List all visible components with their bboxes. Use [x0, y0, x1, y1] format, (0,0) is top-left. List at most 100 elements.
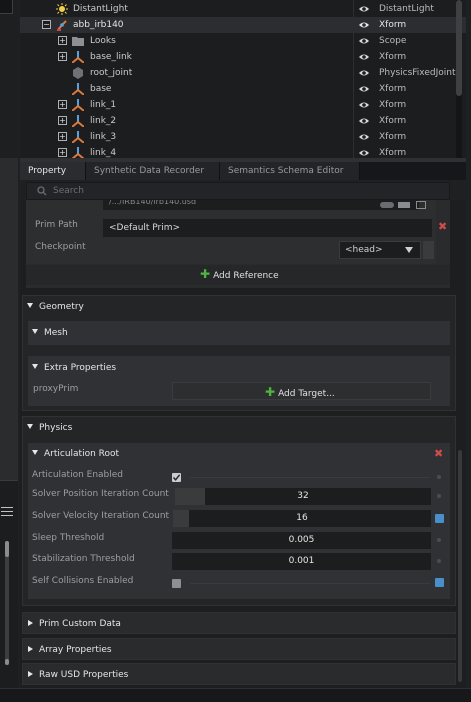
xform-icon [72, 99, 84, 111]
solver-position-slider[interactable]: 32 [175, 488, 431, 505]
expand-toggle-icon[interactable]: + [58, 132, 67, 141]
geometry-header[interactable]: Geometry [22, 296, 84, 318]
tree-item-type: Xform [379, 52, 407, 62]
tree-item-label: base [90, 84, 112, 94]
solver-velocity-slider[interactable]: 16 [173, 510, 431, 527]
tree-item-type: Xform [379, 116, 407, 126]
extra-properties-header[interactable]: Extra Properties [27, 357, 116, 379]
stabilization-threshold-field[interactable]: 0.001 [172, 553, 431, 570]
tab-property[interactable]: Property [20, 162, 86, 180]
folder-icon[interactable] [398, 202, 410, 208]
visibility-eye-icon[interactable] [358, 83, 370, 95]
stage-tree: DistantLight DistantLight − abb_irb140 X… [20, 0, 466, 158]
visibility-eye-icon[interactable] [358, 35, 370, 47]
tree-row-base[interactable]: base Xform [20, 81, 466, 97]
checkbox-icon[interactable] [416, 201, 426, 209]
raw-usd-properties-section[interactable]: Raw USD Properties [22, 663, 456, 685]
expand-toggle-icon[interactable]: + [58, 36, 67, 45]
tab-bar: Property Synthetic Data Recorder Semanti… [20, 162, 466, 180]
remove-articulation-icon[interactable]: ✖ [434, 447, 443, 460]
remove-reference-icon[interactable]: ✖ [438, 220, 447, 233]
checkpoint-dropdown[interactable]: <head> [339, 241, 421, 259]
visibility-eye-icon[interactable] [358, 67, 370, 79]
expand-toggle-icon[interactable]: + [58, 148, 67, 157]
expand-toggle-icon[interactable]: + [58, 100, 67, 109]
self-collisions-checkbox[interactable] [172, 579, 181, 588]
physics-title: Physics [39, 423, 73, 433]
collapse-arrow-icon [32, 364, 38, 369]
mesh-header[interactable]: Mesh [27, 322, 68, 344]
collapse-arrow-icon [27, 424, 33, 429]
collapse-toggle-icon[interactable]: − [42, 20, 51, 29]
add-target-button[interactable]: ✚ Add Target... [172, 382, 431, 400]
stabilization-threshold-label: Stabilization Threshold [32, 554, 135, 564]
default-indicator-icon [437, 494, 441, 498]
visibility-eye-icon[interactable] [358, 147, 370, 158]
default-indicator-icon [437, 475, 441, 479]
prim-custom-data-header: Prim Custom Data [23, 613, 121, 635]
tree-item-label: abb_irb140 [73, 20, 124, 30]
prim-path-field[interactable]: <Default Prim> [103, 219, 432, 237]
viewport-corner [0, 0, 13, 14]
expand-toggle-icon[interactable]: + [58, 52, 67, 61]
property-scrollbar[interactable] [458, 450, 462, 682]
raw-usd-properties-title: Raw USD Properties [39, 670, 129, 680]
side-scroll-track[interactable] [5, 541, 9, 663]
tree-row-link-4[interactable]: + link_4 Xform [20, 145, 466, 158]
solver-velocity-value: 16 [296, 513, 308, 523]
tree-row-distantlight[interactable]: DistantLight DistantLight [20, 1, 466, 17]
tree-row-root-joint[interactable]: root_joint PhysicsFixedJoint [20, 65, 466, 81]
solver-velocity-label: Solver Velocity Iteration Count [32, 511, 170, 521]
visibility-eye-icon[interactable] [358, 99, 370, 111]
articulation-enabled-checkbox[interactable] [172, 473, 181, 482]
checkpoint-label: Checkpoint [35, 242, 86, 252]
prim-custom-data-section[interactable]: Prim Custom Data [22, 612, 456, 634]
visibility-eye-icon[interactable] [358, 115, 370, 127]
tree-row-abb-irb140[interactable]: − abb_irb140 Xform [20, 17, 466, 33]
tab-synthetic-data-recorder[interactable]: Synthetic Data Recorder [86, 162, 220, 180]
articulation-root-header[interactable]: Articulation Root [27, 443, 119, 465]
solver-position-fill [175, 488, 205, 505]
prim-path-label: Prim Path [35, 220, 78, 230]
checkpoint-side-button[interactable] [423, 241, 434, 259]
modified-indicator-icon[interactable] [435, 578, 444, 587]
asset-path-buttons[interactable] [380, 200, 430, 210]
tree-row-looks[interactable]: + Looks Scope [20, 33, 466, 49]
visibility-eye-icon[interactable] [358, 19, 370, 31]
add-reference-button[interactable]: ✚ Add Reference [200, 267, 279, 281]
sleep-threshold-field[interactable]: 0.005 [172, 532, 431, 549]
stage-scrollbar[interactable] [456, 0, 462, 158]
tree-item-label: root_joint [90, 68, 133, 78]
tree-row-link-2[interactable]: + link_2 Xform [20, 113, 466, 129]
array-properties-section[interactable]: Array Properties [22, 638, 456, 660]
hamburger-menu-icon[interactable] [1, 507, 13, 516]
tree-row-link-1[interactable]: + link_1 Xform [20, 97, 466, 113]
visibility-eye-icon[interactable] [358, 3, 370, 15]
bottom-status-bar [0, 688, 471, 702]
side-scroll-thumb-bottom[interactable] [5, 659, 9, 665]
articulation-enabled-label: Articulation Enabled [32, 470, 124, 480]
asset-path-field[interactable]: /.../IRB140/irb140.usd [103, 200, 419, 210]
tree-row-base-link[interactable]: + base_link Xform [20, 49, 466, 65]
checkmark-icon [172, 474, 181, 481]
side-scroll-thumb[interactable] [5, 541, 9, 557]
expand-arrow-icon [28, 670, 33, 677]
tree-row-link-3[interactable]: + link_3 Xform [20, 129, 466, 145]
modified-indicator-icon[interactable] [435, 514, 444, 523]
physics-header[interactable]: Physics [22, 417, 72, 439]
extra-properties-title: Extra Properties [44, 363, 117, 373]
self-collisions-label: Self Collisions Enabled [32, 576, 134, 586]
tree-item-type: Xform [379, 100, 407, 110]
stage-scroll-thumb[interactable] [456, 0, 462, 96]
tab-semantics-schema-editor[interactable]: Semantics Schema Editor [220, 162, 360, 180]
sleep-threshold-value: 0.005 [288, 535, 315, 545]
tree-item-label: link_4 [90, 148, 117, 158]
tree-item-label: link_2 [90, 116, 117, 126]
visibility-eye-icon[interactable] [358, 131, 370, 143]
browse-icon[interactable] [380, 202, 394, 208]
default-indicator-icon [437, 559, 441, 563]
expand-toggle-icon[interactable]: + [58, 116, 67, 125]
property-search[interactable]: Search [26, 182, 450, 200]
visibility-eye-icon[interactable] [358, 51, 370, 63]
expand-arrow-icon [28, 619, 33, 626]
